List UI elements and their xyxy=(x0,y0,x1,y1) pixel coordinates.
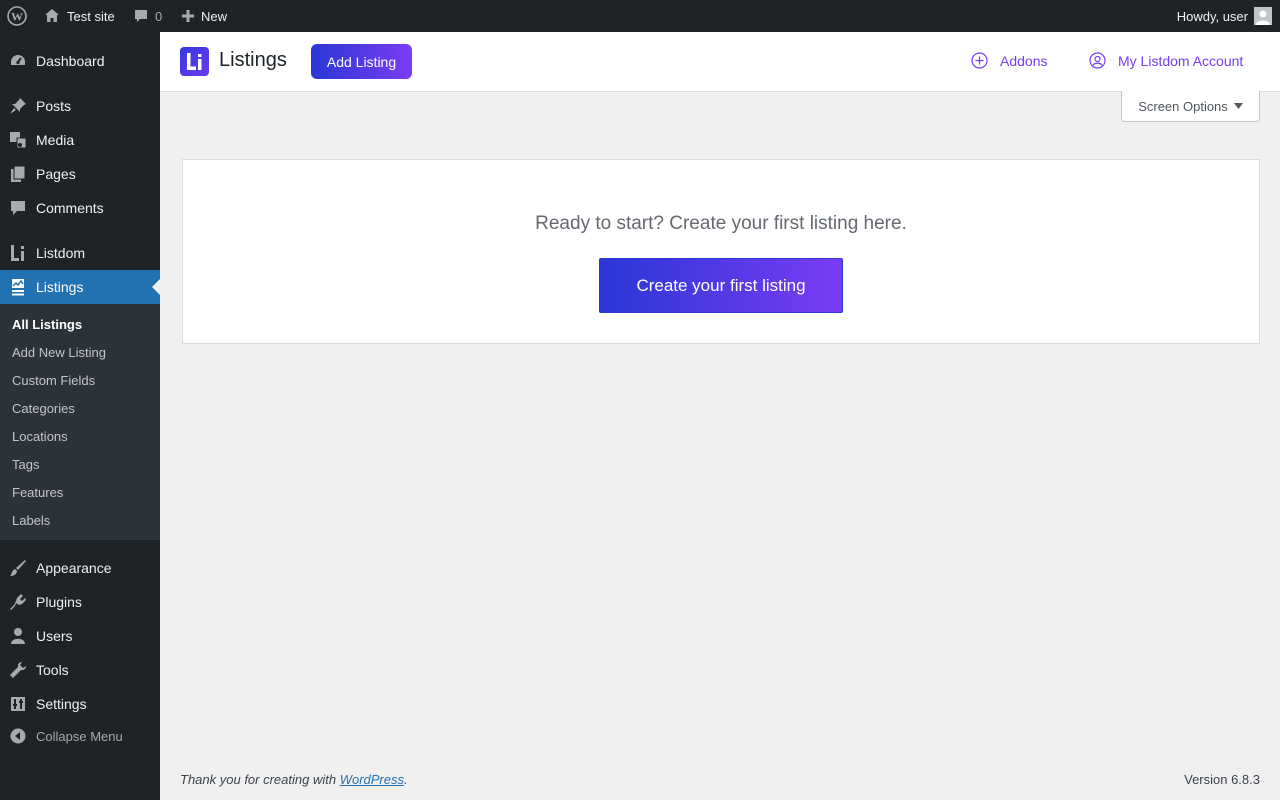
account-label: My Listdom Account xyxy=(1118,52,1244,69)
user-circle-icon xyxy=(1089,52,1106,69)
admin-menu: Dashboard Posts Media Pages Comments Lis… xyxy=(0,32,160,800)
listdom-header: Listings Add Listing Addons My Listdom A… xyxy=(160,32,1280,92)
collapse-icon xyxy=(0,728,36,744)
submenu-all-listings[interactable]: All Listings xyxy=(12,317,82,332)
wordpress-link[interactable]: WordPress xyxy=(340,772,404,787)
menu-appearance[interactable]: Appearance xyxy=(0,551,160,585)
listdom-icon xyxy=(0,244,36,262)
listdom-logo xyxy=(180,47,209,76)
menu-dashboard[interactable]: Dashboard xyxy=(0,44,160,78)
menu-media[interactable]: Media xyxy=(0,123,160,157)
menu-listdom[interactable]: Listdom xyxy=(0,236,160,270)
empty-state-card: Ready to start? Create your first listin… xyxy=(182,159,1260,344)
my-listdom-account-link[interactable]: My Listdom Account xyxy=(1089,52,1243,69)
submenu-locations[interactable]: Locations xyxy=(12,429,68,444)
menu-plugins[interactable]: Plugins xyxy=(0,585,160,619)
menu-listings[interactable]: Listings xyxy=(0,270,160,304)
menu-posts[interactable]: Posts xyxy=(0,89,160,123)
listings-submenu: All Listings Add New Listing Custom Fiel… xyxy=(0,304,160,540)
svg-text:W: W xyxy=(11,10,23,24)
settings-icon xyxy=(0,695,36,713)
user-icon xyxy=(0,627,36,645)
plus-circle-icon xyxy=(971,52,988,69)
site-name-link[interactable]: Test site xyxy=(43,0,115,32)
submenu-tags[interactable]: Tags xyxy=(12,457,39,472)
add-listing-button[interactable]: Add Listing xyxy=(311,44,412,79)
screen-options-label: Screen Options xyxy=(1138,98,1228,114)
comment-icon xyxy=(135,10,147,22)
footer-thanks: Thank you for creating with WordPress. xyxy=(180,772,408,787)
create-first-listing-button[interactable]: Create your first listing xyxy=(599,258,843,313)
listings-icon xyxy=(0,278,36,296)
submenu-features[interactable]: Features xyxy=(12,485,63,500)
comment-icon xyxy=(0,199,36,217)
menu-tools[interactable]: Tools xyxy=(0,653,160,687)
page-title: Listings xyxy=(219,49,287,71)
menu-comments[interactable]: Comments xyxy=(0,191,160,225)
site-name: Test site xyxy=(67,8,115,24)
caret-down-icon xyxy=(1233,103,1243,109)
empty-state-message: Ready to start? Create your first listin… xyxy=(535,213,907,234)
dashboard-icon xyxy=(0,52,36,70)
submenu-add-new-listing[interactable]: Add New Listing xyxy=(12,345,106,360)
menu-pages[interactable]: Pages xyxy=(0,157,160,191)
screen-options-button[interactable]: Screen Options xyxy=(1121,91,1260,122)
brush-icon xyxy=(0,559,36,577)
comments-link[interactable]: 0 xyxy=(133,0,162,32)
submenu-custom-fields[interactable]: Custom Fields xyxy=(12,373,95,388)
comments-count: 0 xyxy=(155,8,163,24)
menu-users[interactable]: Users xyxy=(0,619,160,653)
addons-label: Addons xyxy=(1000,52,1048,69)
pages-icon xyxy=(0,165,36,183)
collapse-menu-button[interactable]: Collapse Menu xyxy=(0,719,160,753)
submenu-labels[interactable]: Labels xyxy=(12,513,50,528)
addons-link[interactable]: Addons xyxy=(971,52,1047,69)
admin-bar: W Test site 0 New Howdy, user xyxy=(0,0,1280,32)
plugin-icon xyxy=(0,593,36,611)
footer-version: Version 6.8.3 xyxy=(1184,772,1260,787)
media-icon xyxy=(0,131,36,149)
menu-settings[interactable]: Settings xyxy=(0,687,160,721)
avatar xyxy=(1254,7,1272,25)
plus-icon xyxy=(182,10,194,22)
submenu-categories[interactable]: Categories xyxy=(12,401,75,416)
wordpress-logo-icon[interactable]: W xyxy=(7,0,27,32)
howdy-text: Howdy, user xyxy=(1176,8,1248,24)
new-label: New xyxy=(201,8,228,24)
pin-icon xyxy=(0,97,36,115)
my-account-link[interactable]: Howdy, user xyxy=(1177,0,1272,32)
new-content-link[interactable]: New xyxy=(181,0,227,32)
wrench-icon xyxy=(0,661,36,679)
home-icon xyxy=(45,9,59,22)
